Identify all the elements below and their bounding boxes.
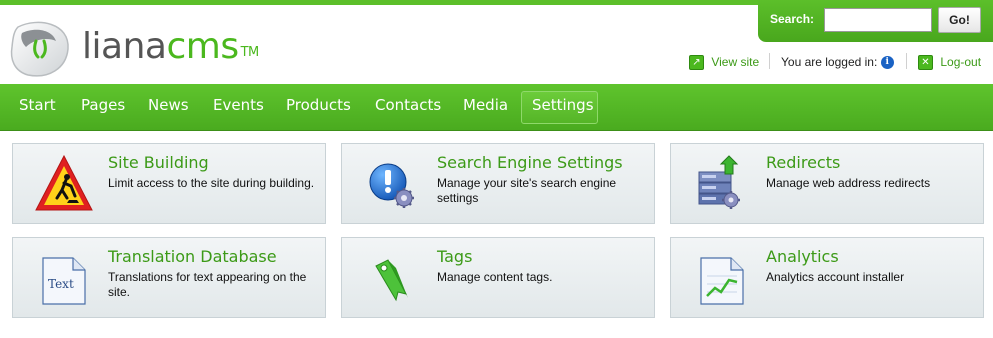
logo-wordmark[interactable]: lianacms TM [82,25,259,69]
logout-label: Log-out [940,55,982,69]
nav-item-pages[interactable]: Pages [81,96,125,114]
search-go-button[interactable]: Go! [938,7,981,33]
nav-item-events[interactable]: Events [213,96,264,114]
card-description: Manage web address redirects [766,176,931,190]
logo-prefix: liana [82,26,167,67]
view-site-link[interactable]: ↗ View site [689,53,759,71]
logo-trademark: TM [240,45,260,60]
tag-ribbon-icon [375,259,408,302]
construction-sign-icon [35,154,93,211]
external-link-icon: ↗ [689,55,704,71]
nav-item-products[interactable]: Products [286,96,351,114]
card-title: Site Building [108,153,209,172]
nav-item-media[interactable]: Media [463,96,508,114]
redirects-server-icon [698,155,740,209]
nav-item-contacts[interactable]: Contacts [375,96,441,114]
card-title: Search Engine Settings [437,153,623,172]
analytics-chart-icon [700,257,744,305]
card-description: Manage content tags. [437,270,553,284]
liana-logo-icon [10,21,69,77]
nav-item-start[interactable]: Start [19,96,56,114]
card-translation-database[interactable]: Text Translation Database Translations f… [12,237,326,318]
card-description: Limit access to the site during building… [108,176,315,190]
logout-icon: ✕ [918,55,933,71]
login-status: You are logged in: i [781,53,894,71]
card-title: Tags [437,247,473,266]
view-site-label: View site [711,55,760,69]
logged-in-label: You are logged in: [781,55,878,69]
main-nav: Start Pages News Events Products Contact… [0,84,993,131]
logout-link[interactable]: ✕ Log-out [918,53,981,71]
nav-item-settings[interactable]: Settings [532,96,594,114]
user-info-icon[interactable]: i [880,56,894,70]
card-description: Manage your site's search engine setting… [437,176,617,205]
card-title: Analytics [766,247,839,266]
card-analytics[interactable]: Analytics Analytics account installer [670,237,984,318]
card-redirects[interactable]: Redirects Manage web address redirects [670,143,984,224]
card-title: Translation Database [108,247,277,266]
nav-item-news[interactable]: News [148,96,189,114]
card-description: Translations for text appearing on the s… [108,270,307,299]
text-document-icon: Text [42,257,86,305]
icon-text: Text [48,277,74,291]
card-search-engine-settings[interactable]: Search Engine Settings Manage your site'… [341,143,655,224]
search-engine-settings-icon [369,163,414,208]
search-label: Search: [770,12,815,26]
card-title: Redirects [766,153,841,172]
card-tags[interactable]: Tags Manage content tags. [341,237,655,318]
divider [906,53,907,69]
search-box: Search: Go! [758,0,993,42]
divider [769,53,770,69]
card-description: Analytics account installer [766,270,905,284]
logo-suffix: cms [166,26,239,67]
card-site-building[interactable]: Site Building Limit access to the site d… [12,143,326,224]
search-input[interactable] [824,8,932,32]
